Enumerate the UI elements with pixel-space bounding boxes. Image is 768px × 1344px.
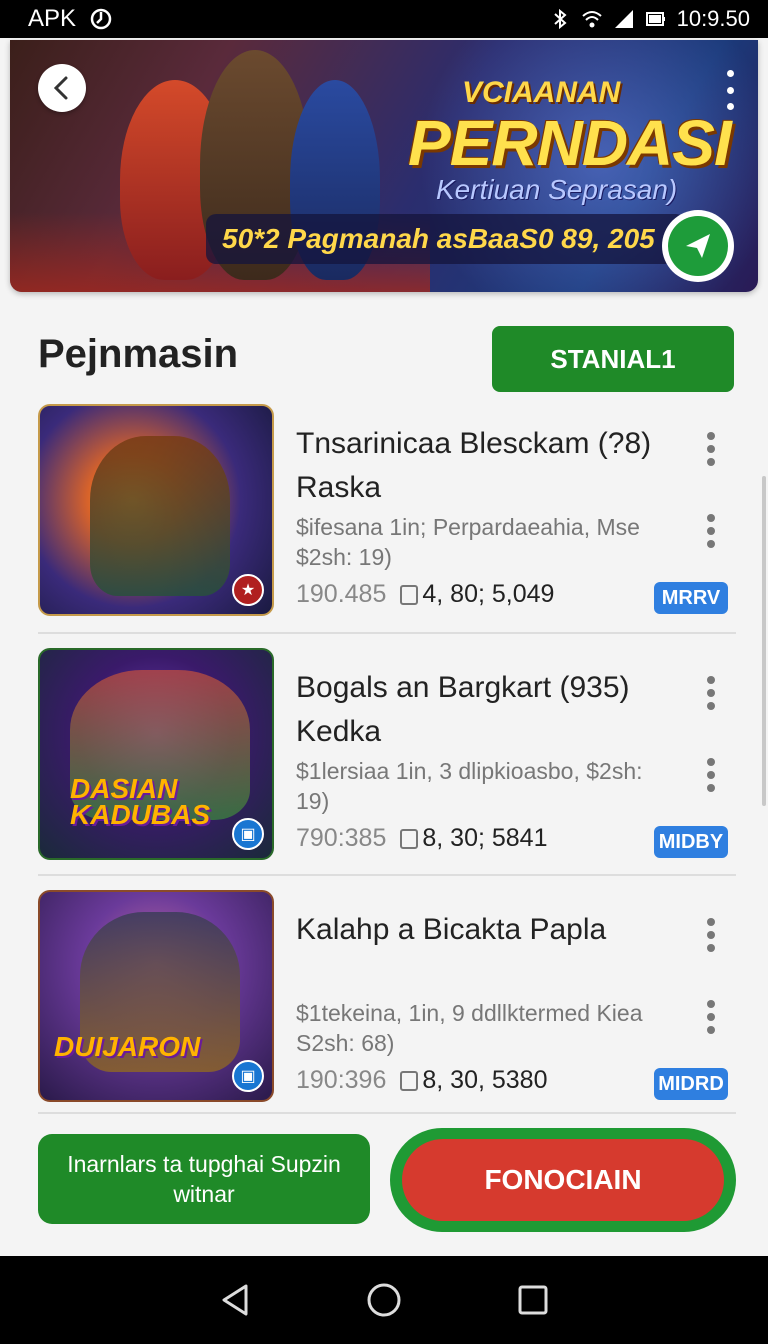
page-title: Pejnmasin	[38, 332, 239, 376]
banner-kicker: VCIAANAN	[462, 76, 621, 109]
kebab-dot	[707, 758, 715, 766]
kebab-dot	[707, 702, 715, 710]
kebab-dot	[707, 931, 715, 939]
item-title: Kalahp a Bicakta Papla	[296, 913, 607, 946]
status-time: 10:9.50	[676, 6, 750, 31]
kebab-dot	[707, 1000, 715, 1008]
thumb-logo: DUIJARON	[54, 1031, 201, 1062]
system-nav-bar	[0, 1256, 768, 1344]
kebab-dot	[707, 918, 715, 926]
item-stat-secondary: 4, 80; 5,049	[422, 580, 555, 608]
item-tag[interactable]: MRRV	[654, 582, 728, 614]
banner-title: PERNDASI	[408, 107, 732, 179]
scrollbar[interactable]	[762, 476, 766, 806]
item-stat-secondary: 8, 30, 5380	[422, 1066, 548, 1094]
game-thumbnail: DASIAN KADUBAS ▣	[38, 648, 274, 860]
item-meta: $ifesana 1in; Perpardaeahia, Mse $2sh: 1…	[296, 514, 640, 570]
thumb-figure	[90, 436, 230, 596]
wifi-icon	[581, 11, 602, 28]
install-button[interactable]: STANIAL1	[492, 326, 734, 392]
kebab-dot	[707, 514, 715, 522]
signal-icon	[614, 10, 633, 28]
share-button[interactable]	[662, 210, 734, 282]
item-menu-icon[interactable]	[706, 918, 716, 952]
item-stat-secondary-wrap: 8, 30; 5841	[400, 824, 548, 853]
battery-icon	[645, 12, 665, 26]
kebab-dot	[707, 432, 715, 440]
kebab-dot	[707, 784, 715, 792]
list-item[interactable]: DASIAN KADUBAS ▣ Bogals an Bargkart (935…	[38, 648, 738, 862]
item-secondary-menu-icon[interactable]	[706, 758, 716, 792]
box-icon	[400, 828, 419, 849]
more-button[interactable]	[722, 70, 738, 110]
status-bar: APK 10:9.50	[0, 0, 768, 38]
primary-action-button[interactable]: FONOCIAIN	[402, 1139, 724, 1221]
divider	[38, 632, 736, 634]
kebab-dot	[707, 944, 715, 952]
item-stat-primary: 190.485	[296, 580, 387, 608]
bag-icon: ▣	[232, 818, 264, 850]
kebab-dot	[707, 771, 715, 779]
item-stat-secondary-wrap: 8, 30, 5380	[400, 1066, 548, 1095]
nav-recents-button[interactable]	[509, 1276, 557, 1324]
item-stats: 790:385 8, 30; 5841	[296, 824, 548, 853]
kebab-dot	[707, 676, 715, 684]
status-left: APK	[28, 5, 112, 33]
item-stat-secondary: 8, 30; 5841	[422, 824, 548, 852]
item-stat-primary: 190:396	[296, 1066, 387, 1094]
item-stat-primary: 790:385	[296, 824, 387, 852]
bag-icon: ▣	[232, 1060, 264, 1092]
item-secondary-menu-icon[interactable]	[706, 1000, 716, 1034]
item-stat-secondary-wrap: 4, 80; 5,049	[400, 580, 554, 609]
hero-banner[interactable]: VCIAANAN PERNDASI Kertiuan Seprasan) 50*…	[10, 40, 758, 292]
list-item[interactable]: ★ Tnsarinicaa Blesckam (?8) Raska $ifesa…	[38, 404, 738, 618]
more-icon	[726, 70, 734, 77]
game-thumbnail: ★	[38, 404, 274, 616]
kebab-dot	[707, 540, 715, 548]
banner-subtitle: Kertiuan Seprasan)	[436, 174, 678, 205]
kebab-dot	[707, 527, 715, 535]
kebab-dot	[707, 458, 715, 466]
kebab-dot	[707, 689, 715, 697]
secondary-action-button[interactable]: Inarnlars ta tupghai Supzin witnar	[38, 1134, 370, 1224]
divider	[38, 1112, 736, 1114]
item-meta: $1lersiaa 1in, 3 dlipkioasbo, $2sh: 19)	[296, 758, 643, 814]
more-icon-dot	[726, 86, 734, 94]
item-secondary-menu-icon[interactable]	[706, 514, 716, 548]
item-stats: 190.485 4, 80; 5,049	[296, 580, 554, 609]
back-button[interactable]	[38, 64, 86, 112]
kebab-dot	[707, 1026, 715, 1034]
list-item[interactable]: DUIJARON ▣ Kalahp a Bicakta Papla $1teke…	[38, 890, 738, 1104]
back-icon	[53, 76, 68, 100]
nav-home-button[interactable]	[360, 1276, 408, 1324]
back-triangle-icon	[222, 1284, 248, 1316]
kebab-dot	[707, 445, 715, 453]
divider	[38, 874, 736, 876]
nav-back-button[interactable]	[211, 1276, 259, 1324]
recents-square-icon	[518, 1285, 548, 1315]
item-meta: $1tekeina, 1in, 9 ddllktermed Kiea S2sh:…	[296, 1000, 643, 1056]
home-circle-icon	[367, 1283, 401, 1317]
banner-info-pill: 50*2 Pagmanah asBaaS0 89, 205	[206, 214, 686, 264]
item-tag[interactable]: MIDBY	[654, 826, 728, 858]
share-icon	[686, 234, 710, 258]
kebab-dot	[707, 1013, 715, 1021]
box-icon	[400, 1070, 419, 1091]
primary-action-ring: FONOCIAIN	[390, 1128, 736, 1232]
share-inner	[668, 216, 728, 276]
bluetooth-icon	[553, 8, 567, 30]
item-menu-icon[interactable]	[706, 676, 716, 710]
status-app-label: APK	[28, 5, 77, 32]
logo-icon: ★	[232, 574, 264, 606]
settings-icon	[90, 8, 112, 30]
item-menu-icon[interactable]	[706, 432, 716, 466]
game-thumbnail: DUIJARON ▣	[38, 890, 274, 1102]
item-tag[interactable]: MIDRD	[654, 1068, 728, 1100]
status-right: 10:9.50	[549, 6, 750, 32]
box-icon	[400, 584, 419, 605]
item-title: Bogals an Bargkart (935) Kedka	[296, 671, 630, 748]
item-title: Tnsarinicaa Blesckam (?8) Raska	[296, 427, 652, 504]
item-stats: 190:396 8, 30, 5380	[296, 1066, 548, 1095]
